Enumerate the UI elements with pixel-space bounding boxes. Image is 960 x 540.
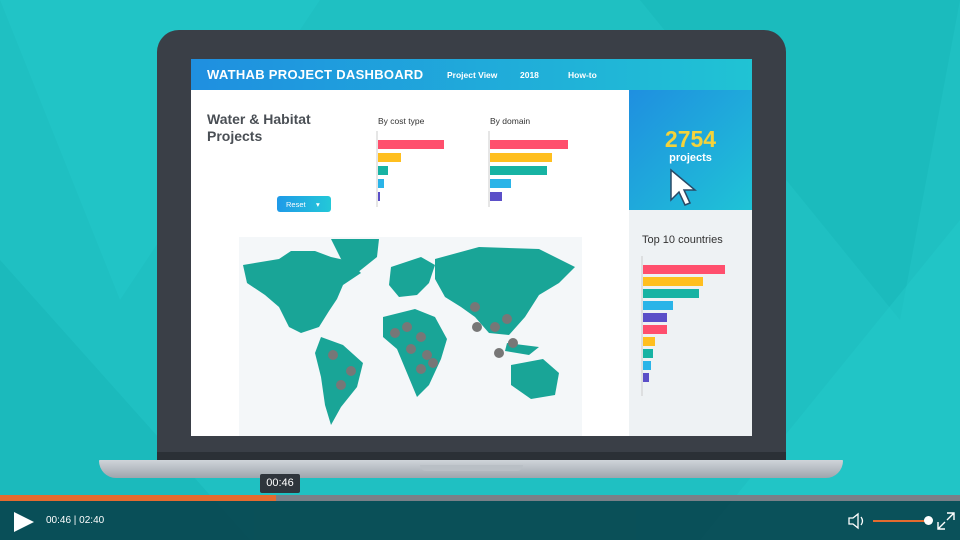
world-map-shapes	[243, 239, 575, 425]
dropdown-caret-icon: ▾	[316, 200, 320, 209]
domain-bar-3	[490, 166, 547, 175]
domain-label: By domain	[490, 116, 531, 126]
cost-type-label: By cost type	[378, 116, 425, 126]
time-display: 00:46 | 02:40	[46, 515, 105, 526]
nav-project-view[interactable]: Project View	[447, 70, 497, 80]
domain-bar-2	[490, 153, 552, 162]
country-bar-7	[643, 337, 655, 346]
cost-bar-3	[378, 166, 388, 175]
domain-bar-1	[490, 140, 568, 149]
player-controls: 00:46 | 02:40	[0, 501, 960, 540]
country-bar-1	[643, 265, 725, 274]
cost-type-bars	[376, 131, 444, 207]
country-bar-8	[643, 349, 653, 358]
fullscreen-icon[interactable]	[937, 512, 955, 530]
domain-bar-5	[490, 192, 502, 201]
laptop-notch	[420, 465, 523, 471]
time-tooltip: 00:46	[260, 474, 300, 493]
reset-label: Reset	[286, 200, 306, 209]
volume-slider[interactable]	[873, 520, 929, 522]
project-count: 2754	[664, 126, 717, 152]
country-bar-6	[643, 325, 667, 334]
country-bar-10	[643, 373, 649, 382]
volume-knob[interactable]	[924, 516, 933, 525]
top-countries-panel: Top 10 countries	[629, 210, 752, 436]
country-bar-2	[643, 277, 703, 286]
country-bar-4	[643, 301, 673, 310]
country-bar-3	[643, 289, 699, 298]
project-count-panel: 2754 projects	[629, 90, 752, 210]
cost-bar-2	[378, 153, 401, 162]
domain-bars	[488, 131, 568, 207]
cost-bar-4	[378, 179, 384, 188]
play-icon[interactable]	[12, 511, 36, 533]
panel-title: Water & Habitat Projects	[207, 111, 311, 144]
world-map[interactable]	[239, 237, 582, 436]
dashboard-header: WATHAB PROJECT DASHBOARD Project View 20…	[191, 59, 752, 90]
country-bar-9	[643, 361, 651, 370]
dashboard-screen: WATHAB PROJECT DASHBOARD Project View 20…	[191, 59, 752, 436]
project-count-label: projects	[669, 152, 712, 164]
cost-bar-1	[378, 140, 444, 149]
nav-how-to[interactable]: How-to	[568, 70, 597, 80]
reset-button[interactable]: Reset ▾	[277, 196, 331, 212]
domain-bar-4	[490, 179, 511, 188]
top-countries-title: Top 10 countries	[642, 234, 723, 246]
cost-bar-5	[378, 192, 380, 201]
cursor-arrow-icon	[670, 168, 697, 206]
volume-icon[interactable]	[848, 512, 868, 530]
nav-2018[interactable]: 2018	[520, 70, 539, 80]
dashboard-title: WATHAB PROJECT DASHBOARD	[207, 67, 424, 82]
country-bar-5	[643, 313, 667, 322]
top-countries-bars	[641, 256, 725, 396]
